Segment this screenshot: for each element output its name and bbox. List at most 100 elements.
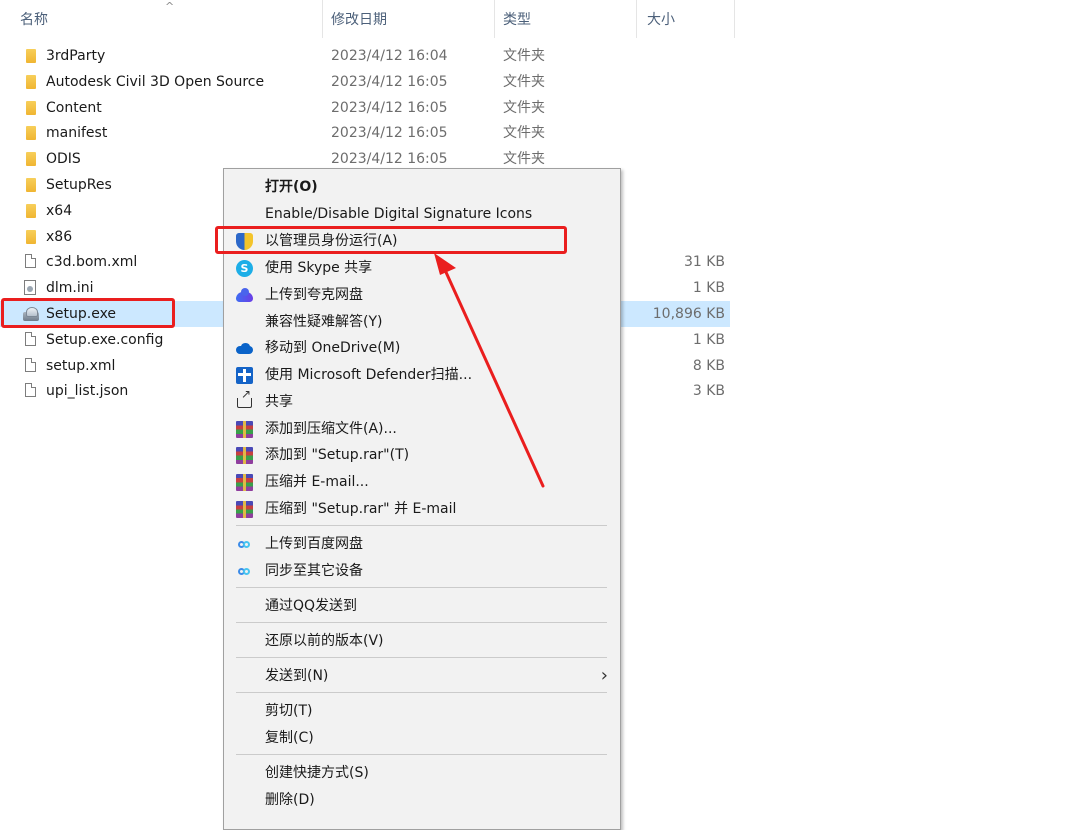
file-name: Content [46, 100, 102, 116]
menu-item-label: 上传到夸克网盘 [265, 287, 363, 303]
menu-separator [236, 657, 607, 658]
skype-icon: S [236, 260, 253, 277]
document-icon [25, 254, 36, 268]
menu-item-delete[interactable]: 删除(D) [224, 787, 620, 813]
menu-separator [236, 587, 607, 588]
menu-item-cut[interactable]: 剪切(T) [224, 698, 620, 724]
file-date: 2023/4/12 16:05 [331, 100, 448, 116]
column-divider[interactable] [636, 0, 637, 38]
menu-item-label: 压缩并 E-mail... [265, 474, 369, 490]
file-row[interactable]: Content 2023/4/12 16:05 文件夹 [0, 95, 730, 121]
menu-item-open[interactable]: 打开(O) [224, 174, 620, 200]
menu-separator [236, 754, 607, 755]
highlight-box-setup-exe [1, 298, 175, 328]
file-size: 1 KB [692, 280, 725, 296]
quark-cloud-icon [236, 287, 253, 304]
column-divider[interactable] [734, 0, 735, 38]
menu-item-create-shortcut[interactable]: 创建快捷方式(S) [224, 760, 620, 786]
file-size: 31 KB [683, 254, 725, 270]
menu-separator [236, 622, 607, 623]
menu-separator [236, 692, 607, 693]
menu-item-label: 通过QQ发送到 [265, 598, 358, 614]
folder-icon [26, 230, 36, 244]
winrar-icon [236, 474, 253, 491]
menu-item-label: 同步至其它设备 [265, 563, 363, 579]
menu-item-compress-setup-rar-email[interactable]: 压缩到 "Setup.rar" 并 E-mail [224, 496, 620, 522]
file-name: ODIS [46, 151, 81, 167]
file-name: 3rdParty [46, 48, 106, 64]
menu-item-compatibility[interactable]: 兼容性疑难解答(Y) [224, 309, 620, 335]
menu-item-label: Enable/Disable Digital Signature Icons [265, 206, 533, 222]
document-icon [25, 358, 36, 372]
menu-item-label: 使用 Microsoft Defender扫描... [265, 367, 473, 383]
menu-item-label: 还原以前的版本(V) [265, 633, 384, 649]
menu-item-label: 上传到百度网盘 [265, 536, 363, 552]
file-name: c3d.bom.xml [46, 254, 138, 270]
menu-item-add-archive[interactable]: 添加到压缩文件(A)... [224, 416, 620, 442]
column-divider[interactable] [322, 0, 323, 38]
file-type: 文件夹 [503, 125, 545, 141]
menu-item-compress-email[interactable]: 压缩并 E-mail... [224, 469, 620, 495]
file-size: 8 KB [692, 358, 725, 374]
file-row[interactable]: manifest 2023/4/12 16:05 文件夹 [0, 120, 730, 146]
column-header-size[interactable]: 大小 [647, 0, 675, 38]
baidu-netdisk-icon [238, 565, 251, 578]
winrar-icon [236, 421, 253, 438]
column-header-name[interactable]: 名称 [20, 0, 48, 38]
menu-item-label: 发送到(N) [265, 668, 329, 684]
defender-icon [236, 367, 253, 384]
menu-item-label: 兼容性疑难解答(Y) [265, 314, 383, 330]
menu-item-share-skype[interactable]: S 使用 Skype 共享 [224, 255, 620, 281]
menu-item-send-qq[interactable]: 通过QQ发送到 [224, 593, 620, 619]
menu-item-label: 创建快捷方式(S) [265, 765, 369, 781]
winrar-icon [236, 447, 253, 464]
file-row[interactable]: 3rdParty 2023/4/12 16:04 文件夹 [0, 43, 730, 69]
document-icon [25, 383, 36, 397]
document-icon [25, 332, 36, 346]
file-name: x64 [46, 203, 73, 219]
menu-item-sync-devices[interactable]: 同步至其它设备 [224, 558, 620, 584]
folder-icon [26, 204, 36, 218]
menu-item-defender-scan[interactable]: 使用 Microsoft Defender扫描... [224, 362, 620, 388]
file-name: Autodesk Civil 3D Open Source [46, 74, 265, 90]
menu-item-onedrive[interactable]: 移动到 OneDrive(M) [224, 335, 620, 361]
share-icon [237, 387, 252, 408]
file-name: upi_list.json [46, 383, 129, 399]
folder-icon [26, 49, 36, 63]
menu-item-share[interactable]: 共享 [224, 387, 620, 415]
folder-icon [26, 126, 36, 140]
sort-ascending-icon: ^ [165, 0, 175, 13]
file-row[interactable]: Autodesk Civil 3D Open Source 2023/4/12 … [0, 69, 730, 95]
menu-item-upload-baidu[interactable]: 上传到百度网盘 [224, 531, 620, 557]
menu-item-label: 剪切(T) [265, 703, 313, 719]
folder-icon [26, 152, 36, 166]
menu-item-label: 打开(O) [265, 179, 318, 195]
baidu-netdisk-icon [238, 538, 251, 551]
menu-item-upload-quark[interactable]: 上传到夸克网盘 [224, 282, 620, 308]
file-name: x86 [46, 229, 73, 245]
file-date: 2023/4/12 16:04 [331, 48, 448, 64]
menu-item-copy[interactable]: 复制(C) [224, 725, 620, 751]
menu-item-restore-versions[interactable]: 还原以前的版本(V) [224, 628, 620, 654]
folder-icon [26, 75, 36, 89]
menu-item-send-to[interactable]: 发送到(N) › [224, 663, 620, 689]
folder-icon [26, 101, 36, 115]
menu-item-digital-signature-icons[interactable]: Enable/Disable Digital Signature Icons [224, 201, 620, 227]
file-name: setup.xml [46, 358, 116, 374]
ini-file-icon [24, 280, 36, 295]
file-name: Setup.exe.config [46, 332, 164, 348]
menu-item-label: 复制(C) [265, 730, 314, 746]
menu-item-label: 添加到压缩文件(A)... [265, 421, 397, 437]
onedrive-icon [236, 340, 253, 357]
folder-icon [26, 178, 36, 192]
column-divider[interactable] [494, 0, 495, 38]
menu-item-label: 共享 [265, 394, 293, 410]
file-size: 10,896 KB [652, 306, 725, 322]
column-header-date[interactable]: 修改日期 [331, 0, 387, 38]
file-size: 3 KB [692, 383, 725, 399]
file-type: 文件夹 [503, 74, 545, 90]
menu-item-add-setup-rar[interactable]: 添加到 "Setup.rar"(T) [224, 442, 620, 468]
highlight-box-run-as-admin [215, 226, 567, 254]
file-name: manifest [46, 125, 108, 141]
column-header-type[interactable]: 类型 [503, 0, 531, 38]
